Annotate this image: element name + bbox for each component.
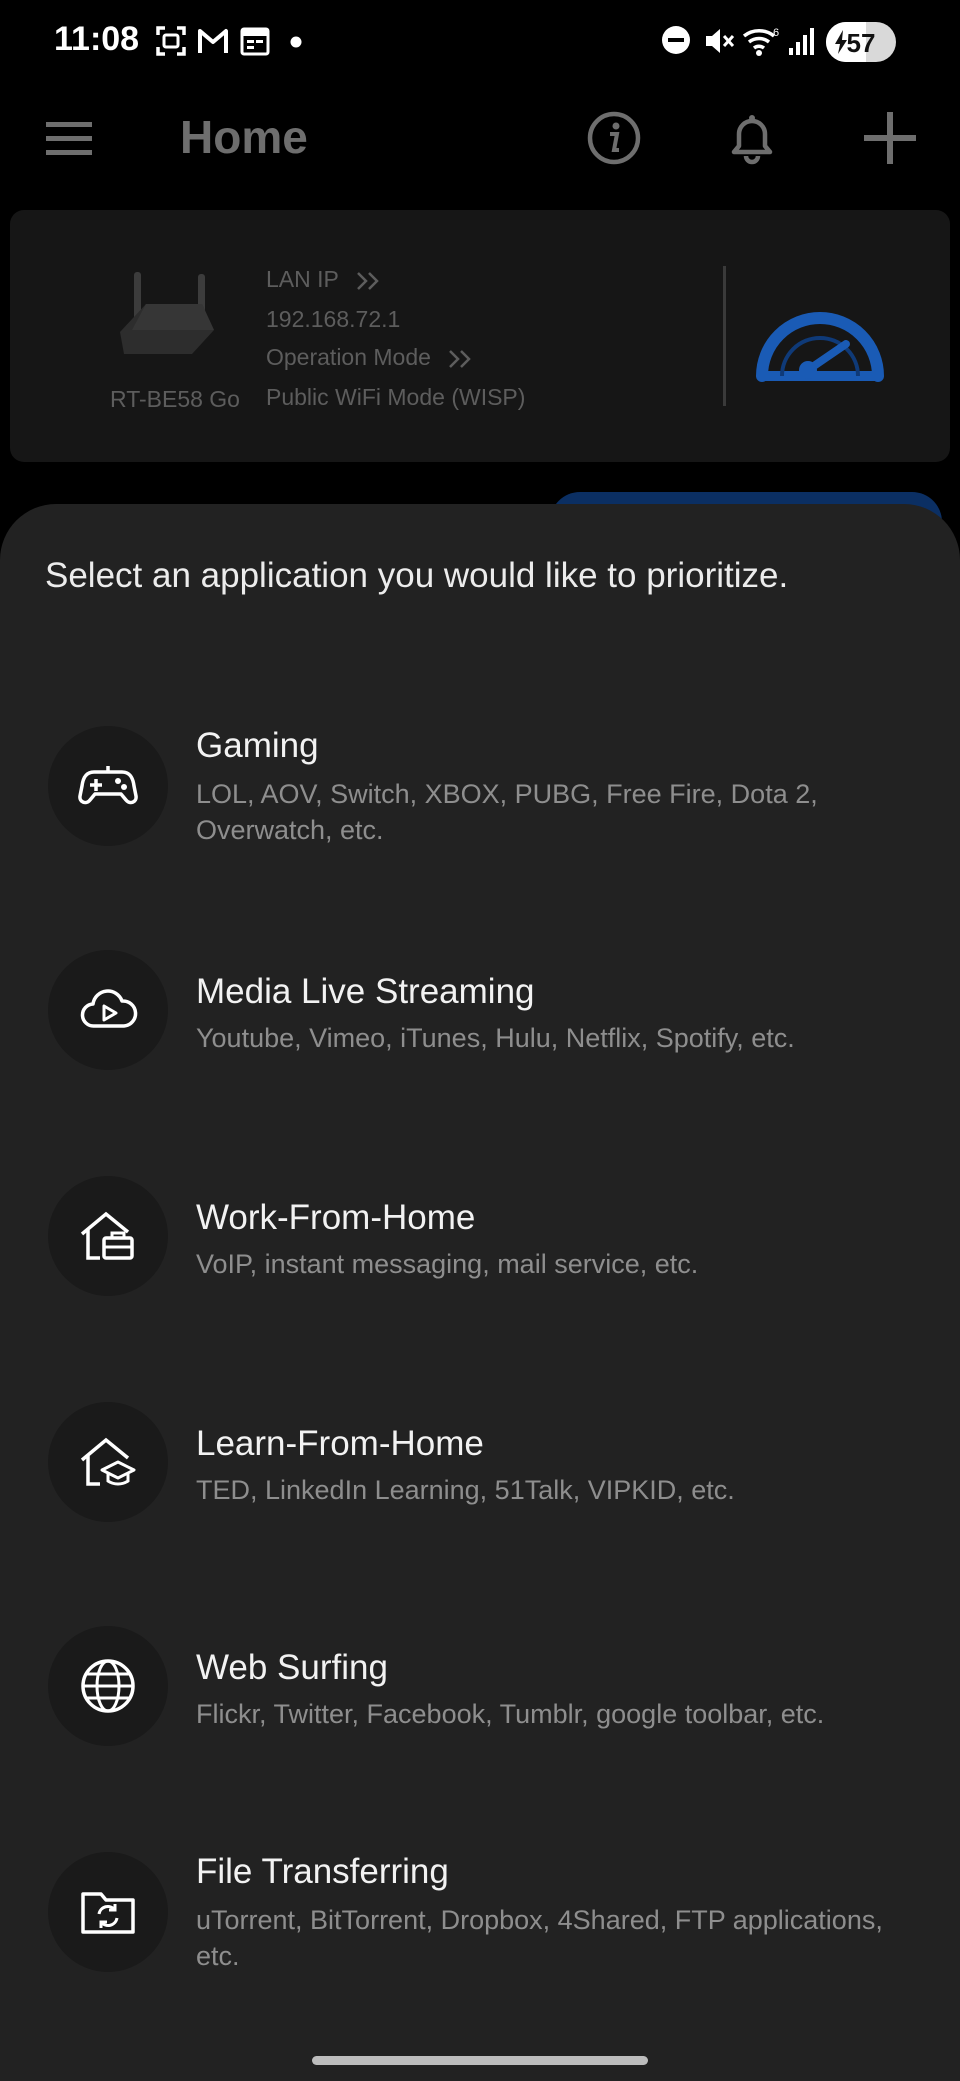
list-item-web-surfing[interactable]: Web Surfing Flickr, Twitter, Facebook, T… [0, 1616, 960, 1776]
cloud-play-icon [48, 950, 168, 1070]
folder-sync-icon [48, 1852, 168, 1972]
speedometer-icon[interactable] [752, 288, 888, 393]
list-item-media-live-streaming[interactable]: Media Live Streaming Youtube, Vimeo, iTu… [0, 940, 960, 1100]
mute-icon [702, 24, 736, 63]
app-name: File Transferring [196, 1852, 449, 1891]
battery-icon: 57 [826, 22, 896, 62]
info-icon[interactable] [582, 106, 646, 170]
app-name: Gaming [196, 726, 319, 765]
add-icon[interactable] [858, 106, 922, 170]
dnd-icon [660, 24, 692, 61]
app-name: Work-From-Home [196, 1198, 476, 1237]
gmail-icon [196, 24, 230, 63]
operation-mode-value: Public WiFi Mode (WISP) [266, 384, 526, 410]
calendar-icon [238, 24, 272, 63]
double-chevron-right-icon [449, 350, 472, 368]
lan-ip-label-text: LAN IP [266, 266, 339, 292]
home-graduation-icon [48, 1402, 168, 1522]
list-item-file-transferring[interactable]: File Transferring uTorrent, BitTorrent, … [0, 1842, 960, 2002]
app-description: VoIP, instant messaging, mail service, e… [196, 1249, 699, 1279]
list-item-gaming[interactable]: Gaming LOL, AOV, Switch, XBOX, PUBG, Fre… [0, 716, 960, 876]
card-divider [723, 266, 726, 406]
double-chevron-right-icon [356, 272, 379, 290]
operation-mode-label[interactable]: Operation Mode [266, 344, 475, 371]
menu-icon[interactable] [38, 106, 102, 170]
device-name: RT-BE58 Go [110, 386, 240, 412]
app-description: TED, LinkedIn Learning, 51Talk, VIPKID, … [196, 1475, 735, 1505]
router-image [110, 262, 230, 377]
battery-level: 57 [846, 28, 876, 58]
sheet-title: Select an application you would like to … [45, 556, 789, 595]
app-description: Youtube, Vimeo, iTunes, Hulu, Netflix, S… [196, 1023, 795, 1053]
page-title: Home [180, 111, 308, 163]
globe-icon [48, 1626, 168, 1746]
device-card[interactable]: RT-BE58 Go LAN IP 192.168.72.1 Operation… [10, 210, 950, 462]
home-briefcase-icon [48, 1176, 168, 1296]
gamepad-icon [48, 726, 168, 846]
notification-dot-icon [290, 35, 302, 53]
app-description: LOL, AOV, Switch, XBOX, PUBG, Free Fire,… [196, 779, 818, 845]
app-description: uTorrent, BitTorrent, Dropbox, 4Shared, … [196, 1905, 883, 1971]
status-bar: 11:08 6 57 [0, 0, 960, 86]
app-priority-sheet: Select an application you would like to … [0, 504, 960, 2081]
bell-icon[interactable] [720, 106, 784, 170]
operation-mode-label-text: Operation Mode [266, 344, 431, 370]
svg-text:6: 6 [773, 27, 779, 39]
app-name: Web Surfing [196, 1648, 388, 1687]
app-name: Learn-From-Home [196, 1424, 484, 1463]
wifi-icon: 6 [742, 24, 782, 63]
app-description: Flickr, Twitter, Facebook, Tumblr, googl… [196, 1699, 825, 1729]
signal-icon [788, 24, 818, 63]
lan-ip-value: 192.168.72.1 [266, 306, 401, 332]
status-time: 11:08 [54, 20, 140, 58]
home-indicator[interactable] [312, 2056, 648, 2065]
screenshot-icon [154, 24, 188, 63]
app-name: Media Live Streaming [196, 972, 535, 1011]
app-bar: Home [0, 86, 960, 190]
lan-ip-label[interactable]: LAN IP [266, 266, 383, 293]
list-item-learn-from-home[interactable]: Learn-From-Home TED, LinkedIn Learning, … [0, 1392, 960, 1552]
list-item-work-from-home[interactable]: Work-From-Home VoIP, instant messaging, … [0, 1166, 960, 1326]
